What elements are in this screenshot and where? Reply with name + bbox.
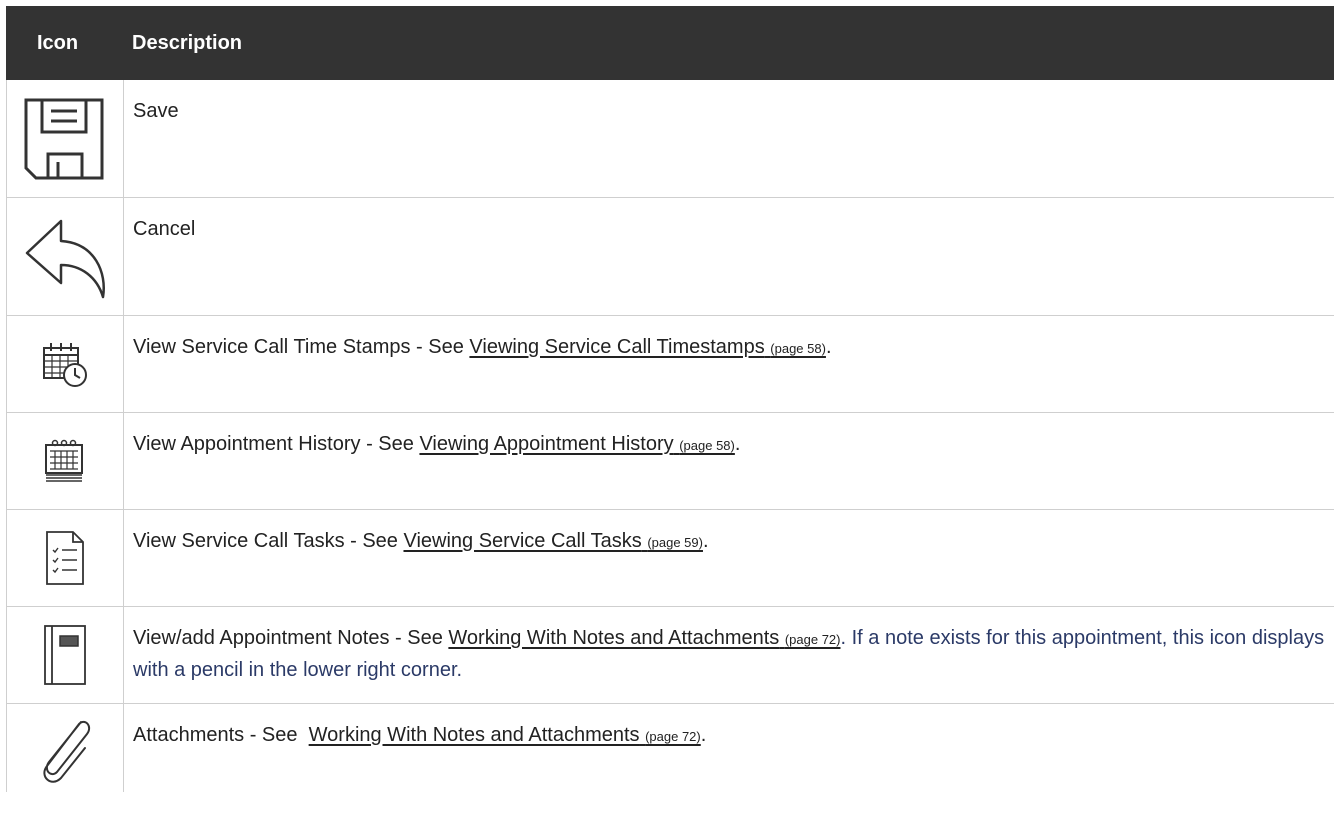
row-suffix: . [700, 724, 707, 746]
link-viewing-service-call-timestamps[interactable]: Viewing Service Call Timestamps (page 58… [469, 336, 826, 358]
save-icon [22, 96, 108, 182]
table-row: Cancel [6, 198, 1334, 316]
icon-cell [7, 316, 124, 412]
paperclip-icon [35, 716, 95, 786]
table-row: Save [6, 80, 1334, 198]
row-text: View Service Call Time Stamps - See [133, 336, 470, 358]
description-cell: Cancel [124, 198, 1334, 315]
description-cell: View/add Appointment Notes - See Working… [124, 607, 1334, 703]
appointment-history-icon [41, 437, 89, 485]
description-cell: Save [124, 80, 1334, 197]
icon-cell [7, 80, 124, 197]
icon-cell [7, 510, 124, 606]
row-suffix: . [702, 530, 709, 552]
link-working-with-notes-and-attachments-2[interactable]: Working With Notes and Attachments (page… [309, 724, 701, 746]
page-ref: (page 59) [647, 535, 703, 550]
icon-cell [7, 607, 124, 703]
link-text: Viewing Service Call Timestamps [469, 336, 765, 358]
page-ref: (page 72) [784, 632, 841, 647]
row-suffix: . [840, 627, 852, 649]
link-text: Working With Notes and Attachments [448, 627, 780, 649]
cancel-label: Cancel [133, 218, 196, 240]
row-text: View Appointment History - See [133, 433, 420, 455]
row-suffix: . [825, 336, 832, 358]
page-ref: (page 58) [679, 438, 735, 453]
description-cell: View Appointment History - See Viewing A… [124, 413, 1334, 509]
icon-table: Icon Description Save Cancel View Servic… [6, 6, 1334, 792]
table-header: Icon Description [6, 6, 1334, 80]
cancel-icon [21, 213, 109, 301]
row-suffix: . [734, 433, 741, 455]
link-text: Viewing Service Call Tasks [403, 530, 642, 552]
row-text: View Service Call Tasks - See [133, 530, 404, 552]
link-text: Viewing Appointment History [419, 433, 674, 455]
save-label: Save [133, 100, 179, 122]
page-ref: (page 72) [645, 729, 701, 744]
row-text: Attachments - See [133, 724, 309, 746]
tasks-icon [45, 530, 85, 586]
table-row: View Appointment History - See Viewing A… [6, 413, 1334, 510]
link-text: Working With Notes and Attachments [308, 724, 640, 746]
table-row: View/add Appointment Notes - See Working… [6, 607, 1334, 704]
header-description: Description [132, 31, 243, 54]
row-text: View/add Appointment Notes - See [133, 627, 449, 649]
description-cell: Attachments - See Working With Notes and… [124, 704, 1334, 792]
link-working-with-notes-and-attachments[interactable]: Working With Notes and Attachments (page… [448, 627, 840, 649]
icon-cell [7, 413, 124, 509]
page-ref: (page 58) [770, 341, 826, 356]
table-row: View Service Call Time Stamps - See View… [6, 316, 1334, 413]
table-row: View Service Call Tasks - See Viewing Se… [6, 510, 1334, 607]
description-cell: View Service Call Time Stamps - See View… [124, 316, 1334, 412]
icon-cell [7, 198, 124, 315]
notes-icon [43, 624, 87, 686]
table-row: Attachments - See Working With Notes and… [6, 704, 1334, 792]
description-cell: View Service Call Tasks - See Viewing Se… [124, 510, 1334, 606]
header-icon: Icon [37, 31, 79, 54]
icon-cell [7, 704, 124, 792]
link-viewing-appointment-history[interactable]: Viewing Appointment History (page 58) [419, 433, 734, 455]
link-viewing-service-call-tasks[interactable]: Viewing Service Call Tasks (page 59) [403, 530, 702, 552]
timestamps-icon [41, 340, 89, 388]
